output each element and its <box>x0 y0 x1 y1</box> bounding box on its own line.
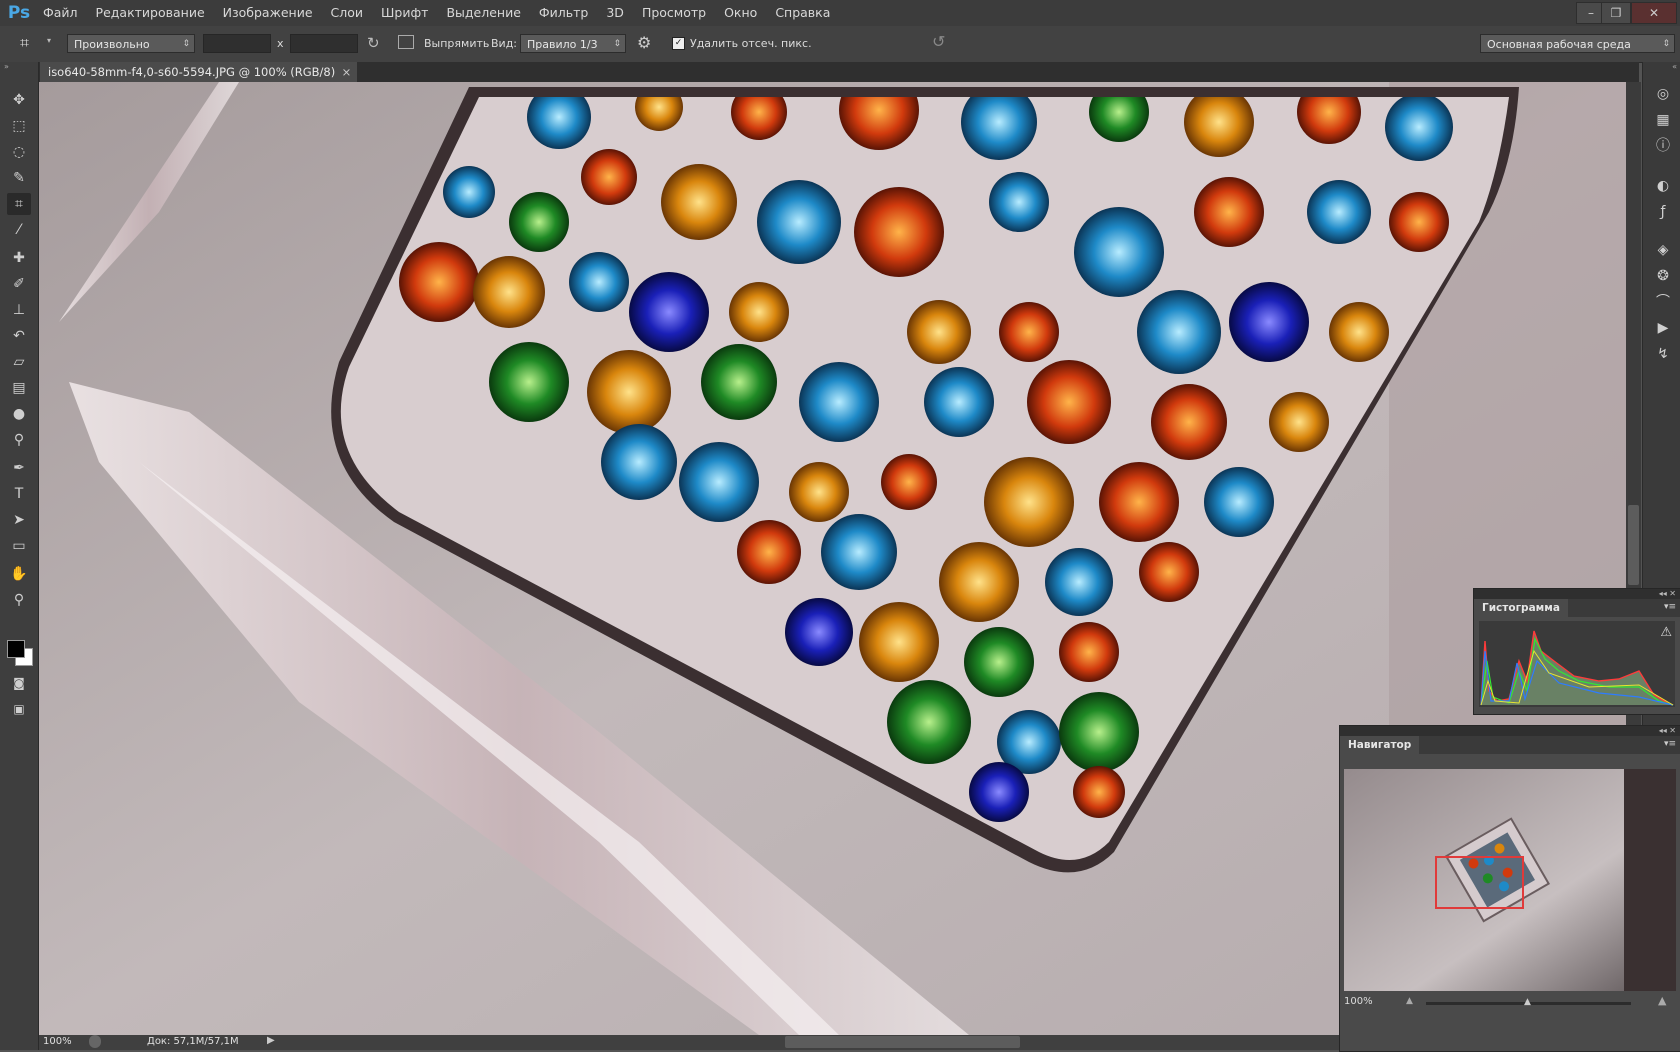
ratio-select[interactable]: Произвольно <box>67 34 195 54</box>
channels-icon[interactable]: ❂ <box>1653 266 1673 286</box>
rectangle-tool[interactable]: ▭ <box>7 535 31 557</box>
layers-icon[interactable]: ◈ <box>1653 240 1673 260</box>
clone-stamp-tool[interactable]: ⊥ <box>7 299 31 321</box>
brush-tool[interactable]: ✐ <box>7 273 31 295</box>
navigator-collapse-bar[interactable]: ◂◂ ✕ <box>1340 726 1680 736</box>
x-separator: x <box>277 37 284 50</box>
palette-icon[interactable]: ◎ <box>1653 84 1673 104</box>
menu-filter[interactable]: Фильтр <box>530 0 597 26</box>
view-label: Вид: <box>491 37 518 50</box>
screen-mode-icon[interactable]: ▣ <box>7 698 31 720</box>
doc-info: Док: 57,1M/57,1M <box>147 1036 239 1047</box>
reset-icon[interactable]: ↺ <box>932 32 945 51</box>
hand-tool[interactable]: ✋ <box>7 563 31 585</box>
menu-layers[interactable]: Слои <box>322 0 373 26</box>
document-tab[interactable]: iso640-58mm-f4,0-s60-5594.JPG @ 100% (RG… <box>40 62 358 82</box>
crop-tool[interactable]: ⌗ <box>7 193 31 215</box>
styles-icon[interactable]: ƒ <box>1653 202 1673 222</box>
marquee-tool[interactable]: ⬚ <box>7 115 31 137</box>
delete-cropped-checkbox[interactable]: ✓ <box>672 37 685 50</box>
info-icon[interactable]: ⓘ <box>1653 136 1673 156</box>
status-icon[interactable] <box>89 1035 101 1048</box>
navigator-panel: ◂◂ ✕ Навигатор ▾≡ 100% ▲ ▲ ▲ <box>1339 725 1680 1052</box>
close-tab-icon[interactable]: × <box>342 62 352 82</box>
menu-view[interactable]: Просмотр <box>633 0 715 26</box>
navigator-tab[interactable]: Навигатор <box>1340 736 1420 754</box>
warning-icon[interactable]: ⚠ <box>1660 625 1672 640</box>
document-tab-title: iso640-58mm-f4,0-s60-5594.JPG @ 100% (RG… <box>48 65 336 79</box>
straighten-button[interactable]: Выпрямить <box>424 34 489 53</box>
close-window-button[interactable]: ✕ <box>1631 2 1677 24</box>
panel-menu-icon[interactable]: ▾≡ <box>1664 739 1676 749</box>
pen-tool[interactable]: ✒ <box>7 457 31 479</box>
menu-3d[interactable]: 3D <box>597 0 633 26</box>
overlay-select[interactable]: Правило 1/3 <box>520 34 626 54</box>
menu-select[interactable]: Выделение <box>437 0 529 26</box>
gradient-tool[interactable]: ▤ <box>7 377 31 399</box>
type-tool[interactable]: T <box>7 483 31 505</box>
histogram-panel: ◂◂ ✕ Гистограмма ▾≡ ⚠ <box>1473 588 1680 715</box>
expand-panels-icon[interactable]: « <box>1672 62 1677 71</box>
swap-icon[interactable]: ↻ <box>367 34 380 52</box>
zoom-tool[interactable]: ⚲ <box>7 589 31 611</box>
zoom-in-icon[interactable]: ▲ <box>1658 994 1666 1007</box>
paths-icon[interactable]: ⌒ <box>1653 292 1673 312</box>
options-bar: ⌗ ▾ Произвольно x ↻ Выпрямить Вид: Прави… <box>0 26 1680 63</box>
eraser-tool[interactable]: ▱ <box>7 351 31 373</box>
crop-icon[interactable]: ⌗ <box>20 33 29 53</box>
horizontal-scrollbar-thumb[interactable] <box>785 1036 1020 1048</box>
straighten-icon[interactable] <box>398 35 414 49</box>
restore-button[interactable]: ❐ <box>1601 2 1631 24</box>
actions-icon[interactable]: ▶ <box>1653 318 1673 338</box>
adjustments-icon[interactable]: ◐ <box>1653 176 1673 196</box>
zoom-out-icon[interactable]: ▲ <box>1406 996 1413 1006</box>
collapse-icon[interactable]: » <box>4 62 9 71</box>
histogram-tab[interactable]: Гистограмма <box>1474 599 1568 617</box>
panel-menu-icon[interactable]: ▾≡ <box>1664 602 1676 612</box>
lasso-tool[interactable]: ◌ <box>7 141 31 163</box>
gear-icon[interactable]: ⚙ <box>637 33 651 52</box>
navigator-zoom-value[interactable]: 100% <box>1344 996 1373 1007</box>
histogram-collapse-bar[interactable]: ◂◂ ✕ <box>1474 589 1680 599</box>
vertical-scrollbar-thumb[interactable] <box>1628 505 1639 585</box>
swatches-icon[interactable]: ▦ <box>1653 110 1673 130</box>
menu-bar: Ps Файл Редактирование Изображение Слои … <box>0 0 1680 26</box>
path-selection-tool[interactable]: ➤ <box>7 509 31 531</box>
quick-selection-tool[interactable]: ✎ <box>7 167 31 189</box>
tools-panel: » ✥ ⬚ ◌ ✎ ⌗ ⁄ ✚ ✐ ⊥ ↶ ▱ ▤ ● ⚲ ✒ T ➤ ▭ ✋ … <box>0 62 39 1050</box>
menu-image[interactable]: Изображение <box>214 0 322 26</box>
eyedropper-tool[interactable]: ⁄ <box>7 219 31 241</box>
zoom-slider-handle[interactable]: ▲ <box>1524 997 1531 1007</box>
move-tool[interactable]: ✥ <box>7 89 31 111</box>
menu-window[interactable]: Окно <box>715 0 766 26</box>
navigator-thumbnail <box>1344 769 1676 991</box>
navigator-preview[interactable] <box>1344 769 1676 991</box>
healing-brush-tool[interactable]: ✚ <box>7 247 31 269</box>
histogram-graph <box>1479 621 1675 707</box>
menu-edit[interactable]: Редактирование <box>87 0 214 26</box>
chevron-down-icon[interactable]: ▾ <box>47 36 51 45</box>
delete-cropped-label: Удалить отсеч. пикс. <box>690 37 812 50</box>
workspace-select[interactable]: Основная рабочая среда <box>1480 34 1675 54</box>
foreground-color-swatch[interactable] <box>7 640 25 658</box>
menu-file[interactable]: Файл <box>34 0 87 26</box>
blur-tool[interactable]: ● <box>7 403 31 425</box>
height-field[interactable] <box>290 34 358 53</box>
status-menu-arrow-icon[interactable]: ▶ <box>267 1035 275 1046</box>
menu-help[interactable]: Справка <box>766 0 839 26</box>
dodge-tool[interactable]: ⚲ <box>7 429 31 451</box>
zoom-level[interactable]: 100% <box>43 1036 72 1047</box>
photoshop-logo: Ps <box>7 3 31 23</box>
menu-type[interactable]: Шрифт <box>372 0 437 26</box>
width-field[interactable] <box>203 34 271 53</box>
history-icon[interactable]: ↯ <box>1653 344 1673 364</box>
quick-mask-icon[interactable]: ◙ <box>7 672 31 694</box>
history-brush-tool[interactable]: ↶ <box>7 325 31 347</box>
